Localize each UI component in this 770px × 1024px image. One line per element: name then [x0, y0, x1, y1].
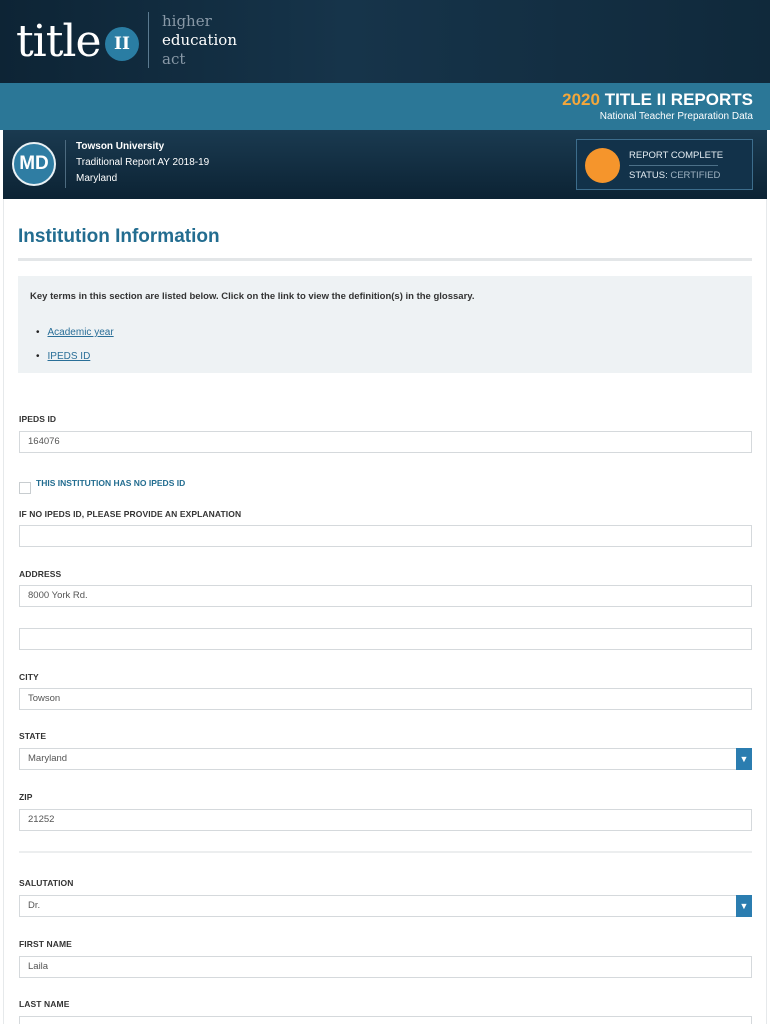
section-divider	[19, 851, 752, 853]
state-badge: MD	[12, 142, 56, 186]
address-line2-input[interactable]	[19, 628, 752, 650]
institution-separator	[65, 140, 66, 188]
logo-words: higher education act	[162, 12, 237, 69]
last-name-label: LAST NAME	[19, 999, 70, 1009]
glossary-list: Academic year IPEDS ID	[36, 321, 114, 369]
logo-word-education: education	[162, 31, 237, 49]
last-name-input[interactable]	[19, 1016, 752, 1024]
zip-label: ZIP	[19, 792, 33, 802]
chevron-down-icon[interactable]: ▼	[736, 895, 752, 917]
glossary-link-academic-year[interactable]: Academic year	[48, 327, 114, 338]
glossary-box: Key terms in this section are listed bel…	[18, 276, 752, 373]
status-indicator-icon	[585, 148, 620, 183]
explanation-label: IF NO IPEDS ID, PLEASE PROVIDE AN EXPLAN…	[19, 509, 242, 519]
chevron-down-icon[interactable]: ▼	[736, 748, 752, 770]
address-line1-input[interactable]: 8000 York Rd.	[19, 585, 752, 607]
state-select[interactable]: Maryland ▼	[19, 748, 752, 770]
status-complete-text: REPORT COMPLETE	[629, 150, 724, 161]
logo-title[interactable]: title	[16, 16, 102, 68]
institution-info: Towson University Traditional Report AY …	[76, 139, 209, 187]
state-select-value: Maryland	[28, 753, 68, 764]
report-year: 2020	[562, 90, 600, 109]
first-name-label: FIRST NAME	[19, 939, 72, 949]
report-title-text: TITLE II REPORTS	[604, 90, 753, 109]
address-label: ADDRESS	[19, 569, 62, 579]
status-certified-text: STATUS: CERTIFIED	[629, 170, 720, 181]
main-panel: Institution Information Key terms in thi…	[3, 199, 767, 1024]
no-ipeds-checkbox[interactable]	[19, 482, 31, 494]
status-value: CERTIFIED	[670, 170, 721, 181]
report-title: 2020 TITLE II REPORTS	[562, 90, 753, 110]
institution-state: Maryland	[76, 173, 118, 184]
site-banner: title II higher education act	[0, 0, 770, 83]
section-title: Institution Information	[18, 226, 220, 247]
first-name-input[interactable]: Laila	[19, 956, 752, 978]
institution-header: MD Towson University Traditional Report …	[3, 130, 767, 199]
explanation-input[interactable]	[19, 525, 752, 547]
no-ipeds-checkbox-label[interactable]: THIS INSTITUTION HAS NO IPEDS ID	[36, 478, 185, 488]
logo-word-higher: higher	[162, 12, 212, 30]
zip-input[interactable]: 21252	[19, 809, 752, 831]
status-divider	[629, 165, 718, 166]
city-label: CITY	[19, 672, 39, 682]
salutation-select[interactable]: Dr. ▼	[19, 895, 752, 917]
ipeds-id-input[interactable]: 164076	[19, 431, 752, 453]
salutation-select-value: Dr.	[28, 900, 41, 911]
ipeds-id-label: IPEDS ID	[19, 414, 57, 424]
glossary-link-ipeds-id[interactable]: IPEDS ID	[48, 351, 91, 362]
city-input[interactable]: Towson	[19, 688, 752, 710]
report-status-box: REPORT COMPLETE STATUS: CERTIFIED	[576, 139, 753, 190]
salutation-label: SALUTATION	[19, 878, 74, 888]
report-subtitle: National Teacher Preparation Data	[599, 111, 753, 122]
institution-name: Towson University	[76, 141, 165, 152]
logo-divider	[148, 12, 149, 68]
glossary-intro: Key terms in this section are listed bel…	[30, 291, 475, 302]
institution-report-type: Traditional Report AY 2018-19	[76, 157, 210, 168]
logo-badge[interactable]: II	[105, 27, 139, 61]
state-label: STATE	[19, 731, 47, 741]
logo-word-act: act	[162, 50, 186, 68]
report-bar: 2020 TITLE II REPORTS National Teacher P…	[0, 83, 770, 130]
title-divider	[18, 258, 752, 261]
glossary-item-ipeds-id: IPEDS ID	[36, 345, 114, 369]
status-label: STATUS:	[629, 170, 668, 181]
glossary-item-academic-year: Academic year	[36, 321, 114, 345]
